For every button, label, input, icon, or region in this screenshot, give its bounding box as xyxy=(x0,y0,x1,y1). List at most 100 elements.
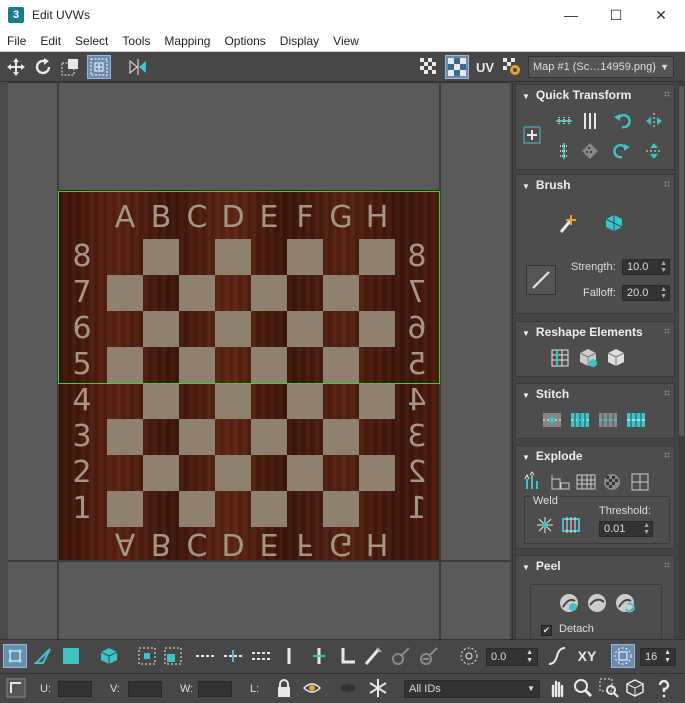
align-vertical-icon[interactable] xyxy=(552,139,576,163)
quick-peel-icon[interactable] xyxy=(557,591,581,615)
zoom-extents-icon[interactable] xyxy=(623,676,647,700)
show-hidden-icon[interactable] xyxy=(336,676,360,700)
spinner-arrows-icon[interactable]: ▲ ▼ xyxy=(664,649,671,665)
stitch-custom-icon[interactable] xyxy=(540,408,564,432)
show-map-icon[interactable] xyxy=(445,55,469,79)
rotate-cw-icon[interactable] xyxy=(610,139,634,163)
grip-icon[interactable] xyxy=(664,562,670,568)
spinner-arrows-icon[interactable]: ▲ ▼ xyxy=(526,649,533,665)
zoom-region-icon[interactable] xyxy=(597,676,621,700)
hide-eye-icon[interactable] xyxy=(300,676,324,700)
flip-vertical-icon[interactable] xyxy=(642,139,666,163)
brush-header[interactable]: ▼ Brush xyxy=(516,175,674,195)
break-icon[interactable] xyxy=(522,470,546,494)
rotate-ccw-icon[interactable] xyxy=(610,109,634,133)
align-horizontal-icon[interactable] xyxy=(552,109,576,133)
reshape-header[interactable]: ▼ Reshape Elements xyxy=(516,322,674,342)
close-button[interactable]: ✕ xyxy=(638,0,684,30)
falloff-spinner[interactable]: 20.0 ▲ ▼ xyxy=(622,285,670,301)
grip-icon[interactable] xyxy=(664,91,670,97)
set-pivot-icon[interactable] xyxy=(520,123,544,147)
relax-icon[interactable] xyxy=(576,346,600,370)
absolute-offset-icon[interactable] xyxy=(4,676,28,700)
help-icon[interactable] xyxy=(652,676,676,700)
material-id-select[interactable]: All IDs ▼ xyxy=(404,680,540,698)
u-field[interactable] xyxy=(58,681,92,697)
spinner-arrows-icon[interactable]: ▲ ▼ xyxy=(660,260,667,274)
spinner-arrows-icon[interactable]: ▲ ▼ xyxy=(660,286,667,300)
limit-select-icon[interactable] xyxy=(611,644,635,668)
grip-icon[interactable] xyxy=(664,328,670,334)
face-mode-icon[interactable] xyxy=(59,644,83,668)
peel-mode-icon[interactable] xyxy=(585,591,609,615)
uv-selection-box[interactable] xyxy=(58,191,440,384)
quick-transform-header[interactable]: ▼ Quick Transform xyxy=(516,85,674,105)
spinner-arrows-icon[interactable]: ▲ ▼ xyxy=(643,522,650,536)
strength-spinner[interactable]: 10.0 ▲ ▼ xyxy=(622,259,670,275)
uv-viewport[interactable]: A B C D E F G H A B C D E F G H 8 7 6 5 … xyxy=(0,82,510,639)
explode-header[interactable]: ▼ Explode xyxy=(516,446,674,466)
w-field[interactable] xyxy=(198,681,232,697)
point-to-point-icon[interactable] xyxy=(249,644,273,668)
xy-space-toggle[interactable]: XY xyxy=(573,644,601,668)
weld-selected-icon[interactable] xyxy=(533,513,557,537)
lock-icon[interactable] xyxy=(272,676,296,700)
paint-grow-icon[interactable] xyxy=(389,644,413,668)
menu-view[interactable]: View xyxy=(326,34,366,48)
stitch-average-icon[interactable] xyxy=(596,408,620,432)
vertex-mode-icon[interactable] xyxy=(3,644,27,668)
grip-icon[interactable] xyxy=(664,390,670,396)
soft-select-icon[interactable] xyxy=(457,644,481,668)
menu-mapping[interactable]: Mapping xyxy=(157,34,217,48)
edge-select-icon[interactable] xyxy=(277,644,301,668)
shrink-selection-icon[interactable] xyxy=(161,644,185,668)
rotate-icon[interactable] xyxy=(31,55,55,79)
menu-tools[interactable]: Tools xyxy=(115,34,157,48)
space-vertical-icon[interactable] xyxy=(578,109,602,133)
flatten-grid-icon[interactable] xyxy=(574,470,598,494)
weld-target-icon[interactable] xyxy=(559,513,583,537)
scale-icon[interactable] xyxy=(58,55,82,79)
detach-edge-icon[interactable] xyxy=(548,470,572,494)
grip-icon[interactable] xyxy=(664,181,670,187)
detach-checkbox[interactable]: ✔ xyxy=(541,625,552,636)
explode-checker-icon[interactable] xyxy=(600,470,624,494)
flip-horizontal-icon[interactable] xyxy=(642,109,666,133)
menu-select[interactable]: Select xyxy=(68,34,115,48)
rotate-angle-spinner[interactable]: 0.0 ▲ ▼ xyxy=(486,648,538,666)
select-inverted-icon[interactable] xyxy=(307,644,331,668)
menu-edit[interactable]: Edit xyxy=(33,34,68,48)
v-field[interactable] xyxy=(128,681,162,697)
arrange-icon[interactable] xyxy=(604,346,628,370)
scroll-thumb[interactable] xyxy=(679,86,684,436)
zoom-icon[interactable] xyxy=(571,676,595,700)
paint-move-icon[interactable] xyxy=(556,211,580,235)
minimize-button[interactable]: — xyxy=(548,0,594,30)
brush-size-icon[interactable] xyxy=(526,265,556,295)
map-select[interactable]: Map #1 (Sc…14959.png) ▼ xyxy=(528,56,674,78)
move-icon[interactable] xyxy=(4,55,28,79)
stitch-header[interactable]: ▼ Stitch xyxy=(516,384,674,404)
element-mode-icon[interactable] xyxy=(97,644,121,668)
edge-ring-icon[interactable] xyxy=(221,644,245,668)
straighten-icon[interactable] xyxy=(548,346,572,370)
grip-icon[interactable] xyxy=(664,452,670,458)
pixel-snap-spinner[interactable]: 16 ▲ ▼ xyxy=(640,648,676,666)
paint-select-icon[interactable] xyxy=(361,644,385,668)
stitch-to-target-icon[interactable] xyxy=(568,408,592,432)
freeform-icon[interactable] xyxy=(87,55,111,79)
mirror-icon[interactable] xyxy=(126,55,150,79)
edge-loop-icon[interactable] xyxy=(193,644,217,668)
peel-header[interactable]: ▼ Peel xyxy=(516,556,674,576)
falloff-curve-icon[interactable] xyxy=(545,644,569,668)
freeze-icon[interactable] xyxy=(366,676,390,700)
grow-selection-icon[interactable] xyxy=(135,644,159,668)
pan-icon[interactable] xyxy=(545,676,569,700)
paint-shrink-icon[interactable] xyxy=(417,644,441,668)
threshold-spinner[interactable]: 0.01 ▲ ▼ xyxy=(599,521,653,537)
relax-brush-icon[interactable] xyxy=(602,211,626,235)
space-horizontal-icon[interactable] xyxy=(578,139,602,163)
stitch-to-source-icon[interactable] xyxy=(624,408,648,432)
menu-file[interactable]: File xyxy=(0,34,33,48)
panel-scrollbar[interactable] xyxy=(678,82,685,639)
